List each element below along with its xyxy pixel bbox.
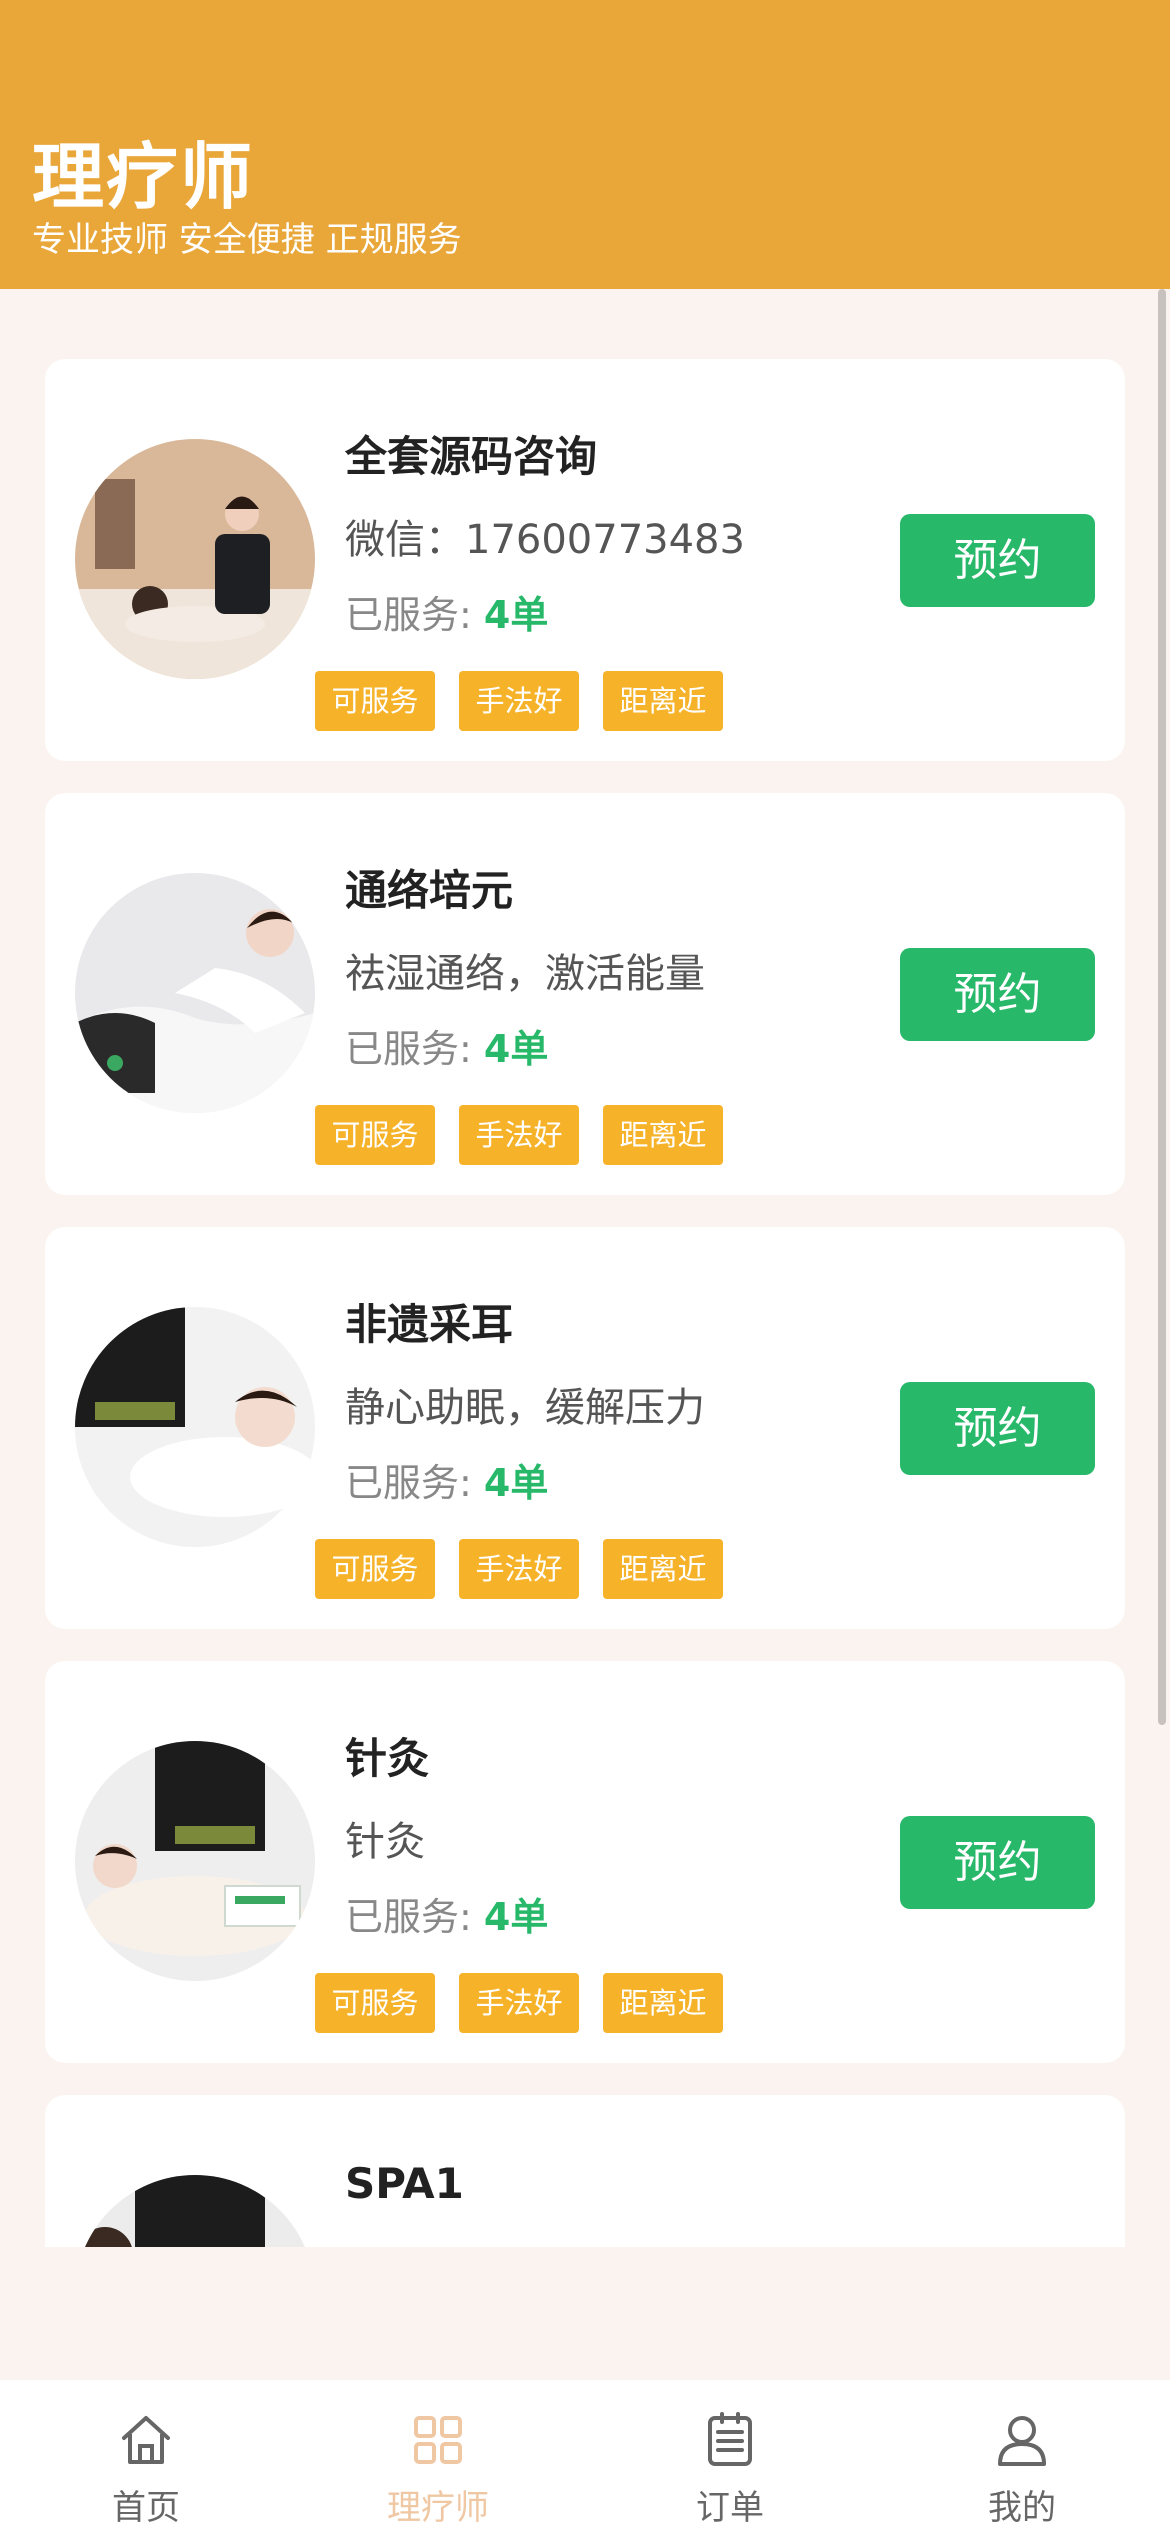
- tag-available: 可服务: [315, 671, 435, 731]
- therapist-avatar: [75, 1307, 315, 1547]
- tag-skill: 手法好: [459, 1973, 579, 2033]
- served-count: 已服务: 4单: [345, 584, 548, 639]
- served-label: 已服务:: [345, 1027, 472, 1071]
- therapist-card[interactable]: 非遗采耳 静心助眠，缓解压力 已服务: 4单 可服务 手法好 距离近 预约: [45, 1227, 1125, 1629]
- tag-skill: 手法好: [459, 1539, 579, 1599]
- therapist-name: 针灸: [345, 1734, 430, 1783]
- therapist-description: 针灸: [345, 1819, 425, 1865]
- tag-available: 可服务: [315, 1539, 435, 1599]
- therapist-description: 微信：17600773483: [345, 517, 745, 563]
- tag-skill: 手法好: [459, 1105, 579, 1165]
- tag-list: 可服务 手法好 距离近: [315, 1973, 723, 2033]
- served-count: 已服务: 4单: [345, 1452, 548, 1507]
- tag-nearby: 距离近: [603, 671, 723, 731]
- therapist-name: 全套源码咨询: [345, 432, 598, 481]
- served-label: 已服务:: [345, 1461, 472, 1505]
- tag-nearby: 距离近: [603, 1973, 723, 2033]
- order-icon: [708, 2412, 752, 2466]
- tab-home[interactable]: 首页: [0, 2380, 292, 2532]
- tag-available: 可服务: [315, 1105, 435, 1165]
- tab-profile[interactable]: 我的: [876, 2380, 1168, 2532]
- book-button[interactable]: 预约: [900, 1816, 1095, 1909]
- served-number: 4单: [483, 1027, 549, 1071]
- tag-list: 可服务 手法好 距离近: [315, 1539, 723, 1599]
- book-button[interactable]: 预约: [900, 1382, 1095, 1475]
- tag-list: 可服务 手法好 距离近: [315, 1105, 723, 1165]
- tab-label: 理疗师: [387, 2488, 489, 2528]
- therapist-description: 祛湿通络，激活能量: [345, 951, 705, 997]
- page-title: 理疗师: [32, 135, 255, 219]
- therapist-card[interactable]: SPA1: [45, 2095, 1125, 2247]
- tag-list: 可服务 手法好 距离近: [315, 671, 723, 731]
- served-label: 已服务:: [345, 1895, 472, 1939]
- served-number: 4单: [483, 593, 549, 637]
- home-icon: [122, 2416, 170, 2464]
- therapist-description: 静心助眠，缓解压力: [345, 1385, 705, 1431]
- page-header: 理疗师 专业技师 安全便捷 正规服务: [0, 0, 1170, 289]
- tab-label: 首页: [112, 2488, 180, 2528]
- page-subtitle: 专业技师 安全便捷 正规服务: [32, 220, 462, 260]
- therapist-name: 通络培元: [345, 866, 514, 915]
- served-label: 已服务:: [345, 593, 472, 637]
- tab-label: 订单: [696, 2488, 764, 2528]
- book-button[interactable]: 预约: [900, 514, 1095, 607]
- therapist-card[interactable]: 针灸 针灸 已服务: 4单 可服务 手法好 距离近 预约: [45, 1661, 1125, 2063]
- therapist-avatar: [75, 2175, 315, 2247]
- tag-available: 可服务: [315, 1973, 435, 2033]
- book-button[interactable]: 预约: [900, 948, 1095, 1041]
- tag-nearby: 距离近: [603, 1539, 723, 1599]
- therapist-name: 非遗采耳: [345, 1300, 514, 1349]
- therapist-card[interactable]: 全套源码咨询 微信：17600773483 已服务: 4单 可服务 手法好 距离…: [45, 359, 1125, 761]
- scrollbar[interactable]: [1158, 289, 1166, 1725]
- tag-nearby: 距离近: [603, 1105, 723, 1165]
- therapist-avatar: [75, 1741, 315, 1981]
- tag-skill: 手法好: [459, 671, 579, 731]
- therapist-avatar: [75, 873, 315, 1113]
- therapist-avatar: [75, 439, 315, 679]
- therapist-name: SPA1: [345, 2159, 464, 2208]
- therapist-list[interactable]: 全套源码咨询 微信：17600773483 已服务: 4单 可服务 手法好 距离…: [0, 289, 1170, 2247]
- tab-label: 我的: [988, 2488, 1056, 2528]
- therapist-card[interactable]: 通络培元 祛湿通络，激活能量 已服务: 4单 可服务 手法好 距离近 预约: [45, 793, 1125, 1195]
- served-count: 已服务: 4单: [345, 1886, 548, 1941]
- served-count: 已服务: 4单: [345, 1018, 548, 1073]
- served-number: 4单: [483, 1461, 549, 1505]
- tab-orders[interactable]: 订单: [584, 2380, 876, 2532]
- user-icon: [998, 2416, 1046, 2466]
- grid-icon: [414, 2416, 462, 2464]
- served-number: 4单: [483, 1895, 549, 1939]
- bottom-tab-bar: 首页 理疗师 订单 我的: [0, 2380, 1170, 2532]
- tab-therapists[interactable]: 理疗师: [292, 2380, 584, 2532]
